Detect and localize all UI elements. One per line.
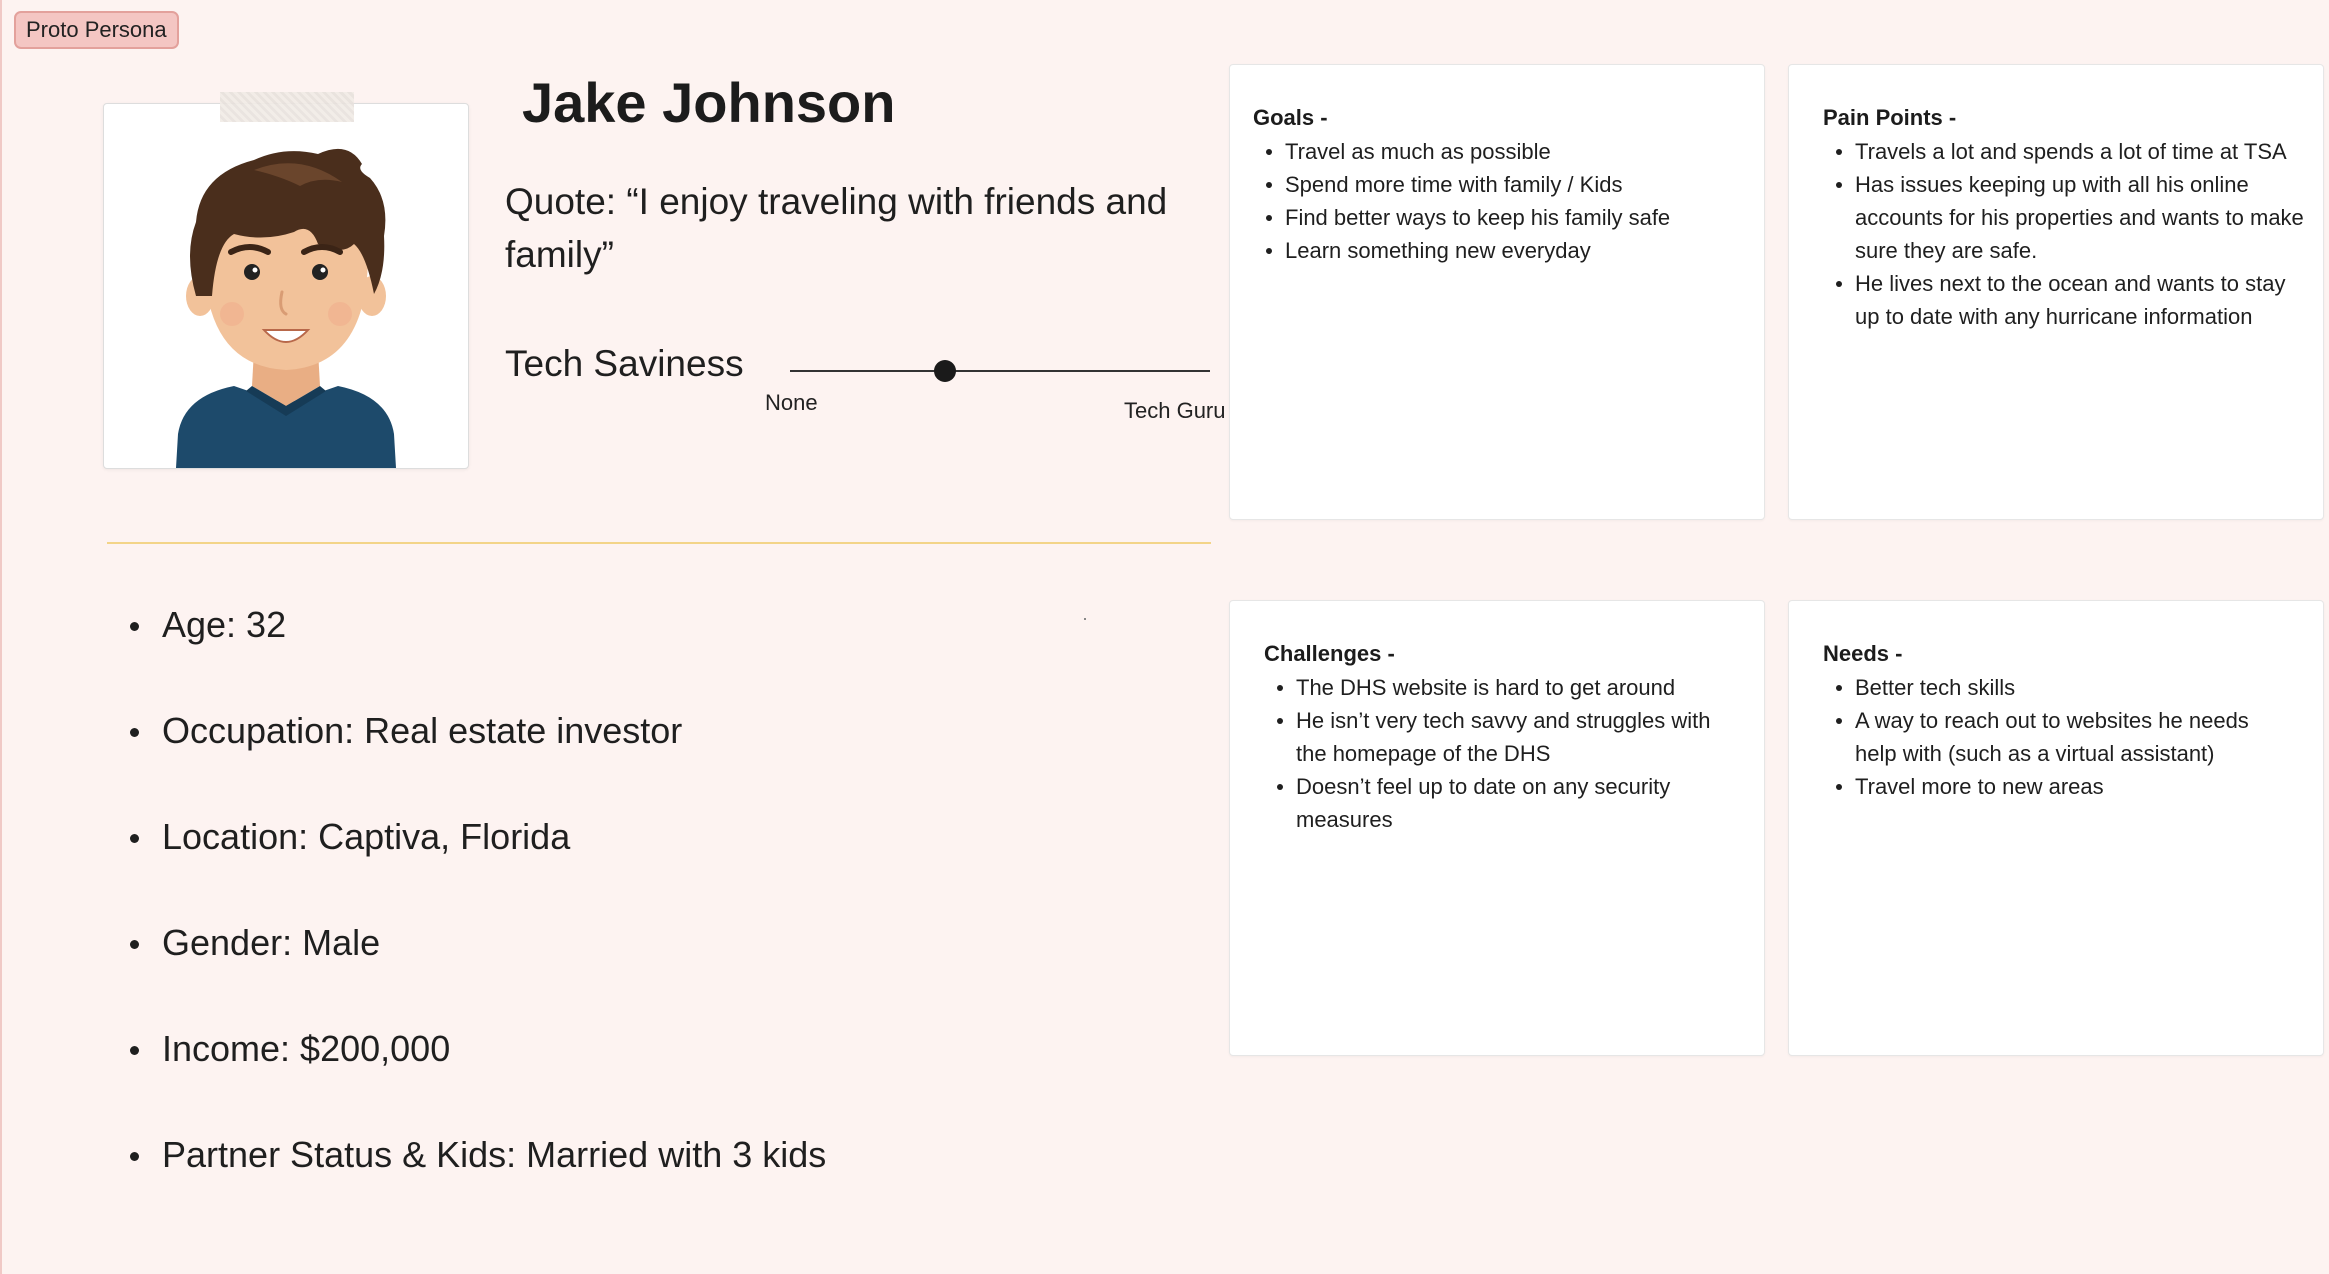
pain-point-item: Has issues keeping up with all his onlin… [1832,168,2314,267]
goals-card: Goals - Travel as much as possible Spend… [1229,64,1765,520]
slider-max-label: Tech Guru [1124,398,1226,423]
frame-edge [0,0,2,1274]
fact-partner-status: Partner Status & Kids: Married with 3 ki… [128,1125,826,1231]
avatar-illustration [176,148,396,468]
goal-item: Travel as much as possible [1262,135,1742,168]
fact-occupation: Occupation: Real estate investor [128,701,826,807]
pain-point-item: Travels a lot and spends a lot of time a… [1832,135,2314,168]
challenge-item: The DHS website is hard to get around [1273,671,1743,704]
pain-points-card: Pain Points - Travels a lot and spends a… [1788,64,2324,520]
fact-age: Age: 32 [128,595,826,701]
persona-name: Jake Johnson [522,71,896,134]
fact-income: Income: $200,000 [128,1019,826,1125]
needs-title: Needs - [1823,641,1903,666]
slider-track[interactable] [790,370,1210,372]
needs-list: Better tech skills A way to reach out to… [1832,671,2282,803]
goals-list: Travel as much as possible Spend more ti… [1262,135,1742,267]
need-item: Better tech skills [1832,671,2282,704]
section-divider [107,542,1211,544]
pain-points-list: Travels a lot and spends a lot of time a… [1832,135,2314,333]
challenges-card: Challenges - The DHS website is hard to … [1229,600,1765,1056]
fact-location: Location: Captiva, Florida [128,807,826,913]
pain-points-title: Pain Points - [1823,105,1957,130]
goals-title: Goals - [1253,105,1328,130]
need-item: A way to reach out to websites he needs … [1832,704,2282,770]
persona-photo [103,103,469,469]
need-item: Travel more to new areas [1832,770,2282,803]
goal-item: Spend more time with family / Kids [1262,168,1742,201]
frame-tag[interactable]: Proto Persona [14,11,179,49]
challenges-list: The DHS website is hard to get around He… [1273,671,1743,836]
pain-point-item: He lives next to the ocean and wants to … [1832,267,2314,333]
stray-dot [1084,618,1086,620]
challenge-item: Doesn’t feel up to date on any security … [1273,770,1743,836]
challenges-title: Challenges - [1264,641,1395,666]
fact-gender: Gender: Male [128,913,826,1019]
persona-quote: Quote: “I enjoy traveling with friends a… [505,181,1168,275]
tech-saviness-label: Tech Saviness [505,343,744,384]
slider-min-label: None [765,390,818,415]
needs-card: Needs - Better tech skills A way to reac… [1788,600,2324,1056]
persona-facts: Age: 32 Occupation: Real estate investor… [128,595,826,1231]
challenge-item: He isn’t very tech savvy and struggles w… [1273,704,1743,770]
slider-thumb[interactable] [934,360,957,382]
goal-item: Find better ways to keep his family safe [1262,201,1742,234]
goal-item: Learn something new everyday [1262,234,1742,267]
tape-decoration [220,92,354,122]
